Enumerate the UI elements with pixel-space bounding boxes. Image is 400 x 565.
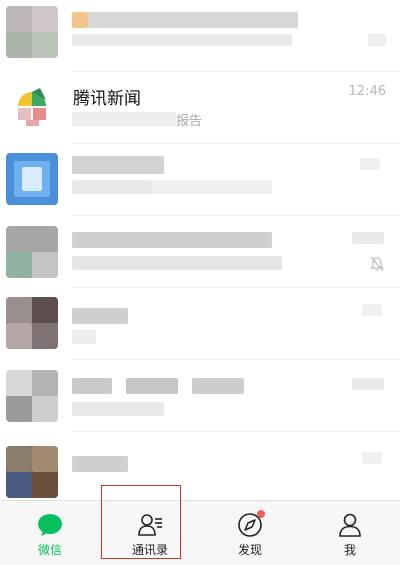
blurred-preview [72,180,152,194]
chat-row[interactable] [0,0,400,72]
blurred-title [72,232,272,248]
blurred-time [362,304,382,316]
chat-row[interactable] [0,432,400,500]
bottom-tab-bar: 微信 通讯录 发现 我 [0,500,400,565]
blurred-time [360,158,380,170]
tab-label: 微信 [37,543,62,557]
tab-label: 发现 [237,543,262,557]
notification-dot [257,510,265,518]
wechat-screen: 腾讯新闻 12:46 报告 微信 通讯录 发现 我 [0,0,400,565]
blurred-title [72,308,128,324]
blurred-title [192,378,244,394]
person-icon [339,513,361,537]
blurred-time [368,34,386,46]
tencent-news-logo-icon [18,88,46,126]
blurred-preview [72,330,96,344]
contacts-tab-highlight [101,485,181,559]
chat-title: 腾讯新闻 [73,89,141,109]
avatar [6,446,58,498]
avatar [6,6,58,58]
blurred-title [72,456,128,472]
blurred-preview [72,256,282,270]
avatar [6,370,58,422]
chat-row[interactable] [0,288,400,360]
chat-time: 12:46 [348,84,386,99]
tab-discover[interactable]: 发现 [200,501,300,565]
blurred-title [126,378,178,394]
blurred-preview [72,402,164,416]
chat-preview: 报告 [176,114,203,129]
chat-row-tencent-news[interactable]: 腾讯新闻 12:46 报告 [0,72,400,144]
tencent-news-avatar [6,80,58,132]
chat-row[interactable] [0,360,400,432]
blurred-title [88,12,298,28]
blurred-title [72,12,88,28]
blurred-preview [152,180,272,194]
avatar [6,297,58,349]
avatar [6,153,58,205]
blurred-preview [72,34,292,46]
blurred-time [362,452,382,464]
chat-list: 腾讯新闻 12:46 报告 [0,0,400,500]
blurred-preview [72,112,176,126]
chat-row[interactable] [0,216,400,288]
blurred-title [72,156,164,174]
tab-me[interactable]: 我 [300,501,400,565]
chat-row[interactable] [0,144,400,216]
blurred-time [352,232,384,244]
avatar [6,226,58,278]
tab-label: 我 [343,543,356,557]
mute-bell-icon [370,256,384,272]
chat-bubble-icon [38,514,62,536]
blurred-title [72,378,112,394]
tab-chats[interactable]: 微信 [0,501,100,565]
blurred-time [352,378,384,390]
